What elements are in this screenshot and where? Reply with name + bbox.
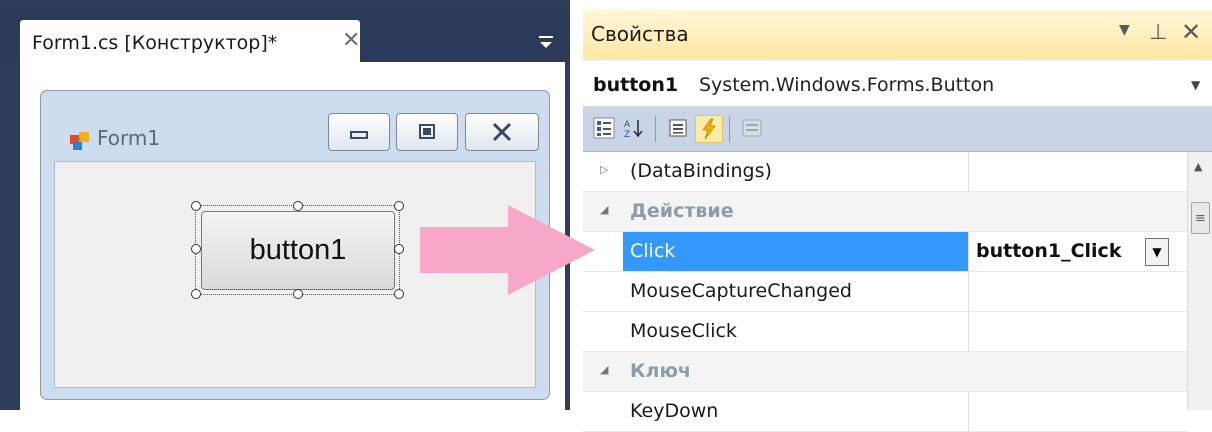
form-icon — [70, 132, 89, 150]
resize-handle-s[interactable] — [293, 289, 303, 299]
form-close-button[interactable] — [465, 113, 539, 151]
properties-toolbar: A Z — [583, 107, 1212, 152]
tab-label: Form1.cs [Конструктор]* — [32, 32, 278, 54]
properties-list-icon — [669, 119, 687, 137]
toolbar-separator — [655, 116, 656, 142]
tab-list-dropdown-icon[interactable] — [538, 34, 554, 52]
lightning-bolt-icon — [702, 118, 716, 140]
properties-view-button[interactable] — [665, 115, 691, 141]
property-row-mousecapturechanged[interactable]: MouseCaptureChanged — [583, 272, 1187, 312]
grip-icon: ≡ — [1195, 210, 1206, 226]
svg-text:A: A — [624, 120, 631, 130]
category-row-action[interactable]: ◢ Действие — [583, 192, 1187, 232]
resize-handle-sw[interactable] — [191, 289, 201, 299]
property-name: (DataBindings) — [630, 160, 772, 182]
property-value[interactable] — [968, 152, 1188, 191]
form-minimize-button[interactable] — [328, 113, 390, 151]
properties-title: Свойства — [591, 22, 689, 46]
property-name: KeyDown — [630, 400, 719, 422]
object-selector[interactable]: button1 System.Windows.Forms.Button ▼ — [583, 60, 1212, 107]
resize-handle-nw[interactable] — [191, 201, 201, 211]
chevron-down-icon[interactable]: ▼ — [1191, 78, 1200, 92]
property-value[interactable] — [968, 272, 1188, 311]
sort-alphabetical-icon: A Z — [624, 120, 643, 139]
property-pages-icon — [742, 119, 762, 137]
property-value[interactable] — [968, 392, 1188, 431]
chevron-down-icon: ▼ — [1152, 245, 1162, 259]
form-title: Form1 — [97, 126, 161, 150]
property-pages-button[interactable] — [739, 115, 765, 141]
svg-text:Z: Z — [624, 130, 630, 139]
property-name: Click — [630, 240, 676, 262]
property-value[interactable] — [968, 312, 1188, 351]
category-name: Действие — [630, 200, 734, 222]
resize-handle-w[interactable] — [191, 244, 201, 254]
row-gutter: ▷ — [583, 152, 623, 191]
category-name: Ключ — [630, 360, 691, 382]
scroll-thumb[interactable]: ≡ — [1191, 202, 1210, 234]
object-type: System.Windows.Forms.Button — [699, 74, 995, 96]
resize-handle-e[interactable] — [394, 244, 404, 254]
value-dropdown-button[interactable]: ▼ — [1145, 238, 1169, 266]
row-gutter — [583, 392, 623, 431]
categorized-icon — [593, 117, 615, 139]
property-grid: ▷ (DataBindings) ◢ Действие Click button… — [583, 152, 1187, 432]
collapse-icon[interactable]: ◢ — [600, 203, 608, 216]
window-position-dropdown-icon[interactable]: ▼ — [1119, 22, 1130, 38]
property-row-mouseclick[interactable]: MouseClick — [583, 312, 1187, 352]
minimize-icon — [350, 131, 368, 139]
button1-control[interactable]: button1 — [201, 211, 395, 290]
vertical-scrollbar[interactable]: ▲ ≡ — [1187, 152, 1212, 410]
events-view-button[interactable] — [695, 115, 723, 143]
resize-handle-se[interactable] — [394, 289, 404, 299]
auto-hide-pin-icon[interactable]: ⊥ — [1149, 20, 1167, 44]
property-value[interactable]: button1_Click ▼ — [968, 232, 1188, 271]
arrow-shape — [420, 205, 595, 295]
properties-close-icon[interactable]: ✕ — [1181, 18, 1201, 46]
categorized-view-button[interactable] — [591, 115, 617, 141]
row-gutter: ◢ — [583, 352, 623, 391]
category-row-key[interactable]: ◢ Ключ — [583, 352, 1187, 392]
form-maximize-button[interactable] — [396, 113, 458, 151]
property-name: MouseCaptureChanged — [630, 280, 852, 302]
expand-icon[interactable]: ▷ — [600, 163, 608, 176]
maximize-icon — [419, 124, 435, 139]
document-tab-strip: Form1.cs [Конструктор]* ✕ — [0, 10, 570, 72]
alphabetical-view-button[interactable]: A Z — [621, 115, 647, 141]
properties-window: Свойства ▼ ⊥ ✕ button1 System.Windows.Fo… — [583, 10, 1212, 432]
resize-handle-ne[interactable] — [394, 201, 404, 211]
property-name: MouseClick — [630, 320, 737, 342]
button1-label: button1 — [249, 234, 347, 266]
property-row-keydown[interactable]: KeyDown — [583, 392, 1187, 432]
toolbar-separator — [729, 116, 730, 142]
resize-handle-n[interactable] — [293, 201, 303, 211]
annotation-arrow — [420, 205, 595, 295]
event-handler-value[interactable]: button1_Click — [976, 240, 1121, 262]
close-icon — [492, 122, 512, 142]
property-row-click[interactable]: Click button1_Click ▼ — [583, 232, 1187, 272]
collapse-icon[interactable]: ◢ — [600, 363, 608, 376]
tab-close-icon[interactable]: ✕ — [342, 28, 360, 53]
scroll-up-icon[interactable]: ▲ — [1194, 160, 1202, 173]
row-gutter — [583, 312, 623, 351]
properties-title-bar: Свойства ▼ ⊥ ✕ — [583, 10, 1212, 61]
object-name: button1 — [593, 74, 679, 96]
property-row-databindings[interactable]: ▷ (DataBindings) — [583, 152, 1187, 192]
